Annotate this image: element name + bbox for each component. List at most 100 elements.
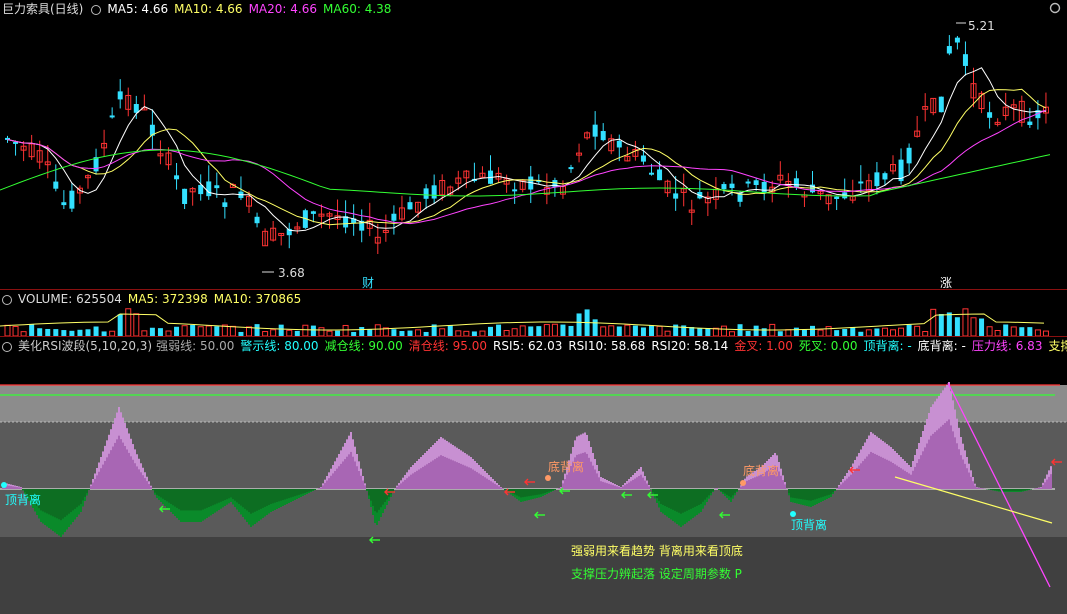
rsi-band-lower-inner bbox=[834, 489, 836, 490]
volume-bar bbox=[697, 328, 702, 336]
rsi-band-upper-inner bbox=[326, 481, 328, 489]
rsi-band-lower-inner bbox=[670, 489, 672, 509]
rsi-band-upper-inner bbox=[444, 457, 446, 489]
volume-panel[interactable]: VOLUME: 625504MA5: 372398MA10: 370865 bbox=[0, 289, 1067, 337]
rsi-band-lower-inner bbox=[726, 489, 728, 495]
volume-bar bbox=[45, 329, 50, 336]
rsi-band-upper-inner bbox=[142, 475, 144, 489]
volume-bar bbox=[520, 326, 525, 336]
event-marker-zhang[interactable]: 涨 bbox=[940, 274, 952, 289]
rsi-band-lower-inner bbox=[284, 489, 286, 499]
rsi-band-lower-inner bbox=[526, 489, 528, 496]
volume-bar bbox=[754, 326, 759, 336]
rsi-band-lower-inner bbox=[830, 489, 832, 494]
rsi-band-lower-inner bbox=[376, 489, 378, 512]
rsi-band-lower-inner bbox=[700, 489, 702, 504]
rsi-band-upper-inner bbox=[104, 461, 106, 489]
rsi-band-upper-inner bbox=[752, 478, 754, 489]
candle-body bbox=[794, 178, 799, 187]
rsi-band-upper-inner bbox=[636, 477, 638, 489]
rsi-band-upper-inner bbox=[844, 481, 846, 489]
rsi-band-lower-inner bbox=[1008, 489, 1010, 491]
rsi-band-upper-inner bbox=[972, 481, 974, 489]
volume-label: VOLUME: 625504 bbox=[18, 292, 122, 306]
rsi-band-upper-inner bbox=[356, 466, 358, 489]
volume-bar bbox=[488, 327, 493, 336]
rsi-band-lower-inner bbox=[524, 489, 526, 497]
rsi-band-upper-inner bbox=[8, 486, 10, 489]
rsi-band-lower-inner bbox=[828, 489, 830, 495]
rsi-band-upper-inner bbox=[928, 440, 930, 489]
candle-body bbox=[182, 189, 187, 204]
rsi-band-lower-inner bbox=[702, 489, 704, 502]
rsi-indicator-panel[interactable]: 美化RSI波段(5,10,20,3)强弱线: 50.00警示线: 80.00减仓… bbox=[0, 336, 1067, 614]
rsi-band-lower-inner bbox=[252, 489, 254, 513]
rsi-band-upper-inner bbox=[414, 472, 416, 489]
rsi-band-lower-inner bbox=[668, 489, 670, 508]
rsi-band-upper-inner bbox=[964, 464, 966, 489]
rsi-band-upper-inner bbox=[96, 475, 98, 489]
rsi-band-upper-inner bbox=[408, 476, 410, 489]
rsi-band-lower-inner bbox=[314, 489, 316, 490]
rsi-band-lower-inner bbox=[538, 489, 540, 495]
rsi-band-lower-inner bbox=[298, 489, 300, 495]
rsi-band-upper-inner bbox=[610, 484, 612, 489]
rsi-band-upper-inner bbox=[872, 453, 874, 489]
candlestick-chart[interactable] bbox=[0, 0, 1067, 289]
volume-bar bbox=[440, 329, 445, 336]
price-panel[interactable]: 巨力索具(日线)MA5: 4.66MA10: 4.66MA20: 4.66MA6… bbox=[0, 0, 1067, 289]
candle-body bbox=[730, 184, 735, 188]
volume-bar bbox=[214, 326, 219, 336]
rsi-band-lower-inner bbox=[798, 489, 800, 499]
rsi-band-lower-inner bbox=[1028, 489, 1030, 490]
rsi-band-lower-inner bbox=[736, 489, 738, 491]
candle-body bbox=[118, 91, 123, 99]
rsi-band-lower-inner bbox=[206, 489, 208, 508]
rsi-band-upper-inner bbox=[450, 460, 452, 489]
volume-bar bbox=[5, 325, 10, 336]
rsi-band-lower-inner bbox=[232, 489, 234, 499]
chart-title: 巨力索具(日线) bbox=[2, 2, 83, 16]
rsi-band-lower-inner bbox=[552, 489, 554, 490]
volume-bar bbox=[633, 326, 638, 336]
volume-bar bbox=[13, 327, 18, 336]
rsi-band-upper-inner bbox=[90, 486, 92, 489]
volume-bar bbox=[134, 314, 139, 336]
rsi-band-lower-inner bbox=[540, 489, 542, 494]
ma10-label: MA10: 4.66 bbox=[174, 2, 242, 16]
volume-bar bbox=[617, 326, 622, 336]
rsi-band-upper-inner bbox=[926, 444, 928, 490]
rsi-band-upper-inner bbox=[122, 443, 124, 489]
rsi-band-upper-inner bbox=[448, 459, 450, 489]
rsi-band-lower-inner bbox=[806, 489, 808, 500]
volume-gear-icon[interactable] bbox=[2, 295, 12, 305]
volume-bar bbox=[174, 327, 179, 336]
rsi-band-upper-inner bbox=[974, 486, 976, 489]
rsi-band-upper-inner bbox=[494, 484, 496, 489]
close-icon[interactable] bbox=[1049, 2, 1061, 17]
rsi-band-upper-inner bbox=[14, 487, 16, 489]
rsi-band-upper-inner bbox=[362, 481, 364, 489]
reduce-line-label: 减仓线: 90.00 bbox=[325, 339, 403, 353]
rsi-band-upper-inner bbox=[852, 472, 854, 489]
candle-body bbox=[963, 54, 968, 66]
ma20-label: MA20: 4.66 bbox=[249, 2, 317, 16]
rsi-band-lower-inner bbox=[302, 489, 304, 494]
rsi-band-lower-inner bbox=[260, 489, 262, 509]
bottom-divergence-tag-2: 底背离 bbox=[743, 462, 779, 479]
rsi-band-lower-inner bbox=[818, 489, 820, 498]
settings-gear-icon[interactable] bbox=[91, 5, 101, 15]
rsi-band-lower-inner bbox=[208, 489, 210, 507]
rsi-band-lower-inner bbox=[1014, 489, 1016, 491]
rsi-band-lower-inner bbox=[656, 489, 658, 498]
rsi-band-upper-inner bbox=[716, 488, 718, 489]
rsi-band-lower-inner bbox=[178, 489, 180, 509]
event-marker-cai[interactable]: 财 bbox=[362, 274, 374, 289]
rsi-band-lower-inner bbox=[214, 489, 216, 504]
candle-body bbox=[673, 193, 678, 198]
indicator-gear-icon[interactable] bbox=[2, 342, 12, 352]
rsi-band-chart[interactable] bbox=[0, 337, 1067, 614]
rsi-band-lower-inner bbox=[276, 489, 278, 502]
rsi-band-upper-inner bbox=[476, 472, 478, 489]
rsi-band-lower-inner bbox=[1004, 489, 1006, 491]
